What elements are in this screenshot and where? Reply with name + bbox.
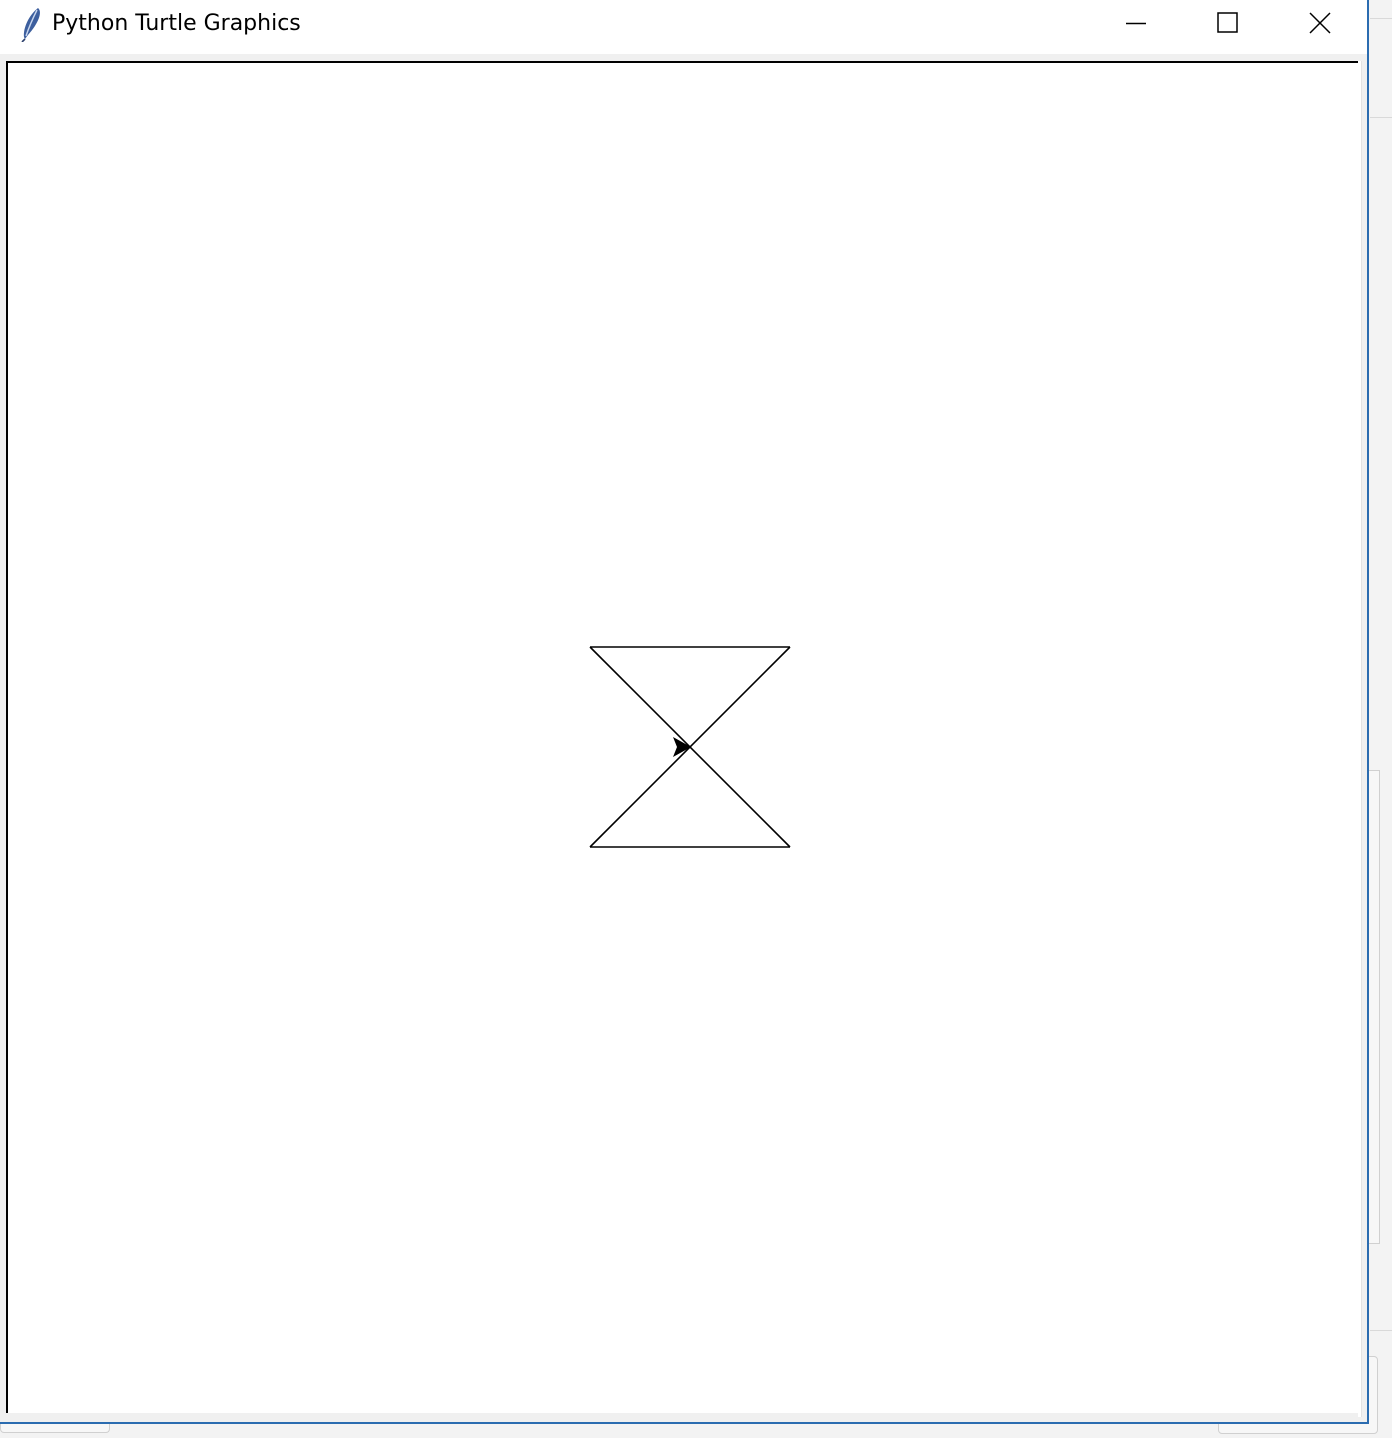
title-bar[interactable]: Python Turtle Graphics: [0, 0, 1367, 54]
turtle-window: Python Turtle Graphics: [0, 0, 1369, 1424]
turtle-drawing: [589, 646, 791, 848]
background-window-frame: [0, 1424, 110, 1433]
minimize-icon: [1126, 22, 1146, 25]
close-button[interactable]: [1274, 0, 1366, 48]
canvas-edge: [1358, 61, 1362, 1417]
minimize-button[interactable]: [1090, 0, 1182, 48]
turtle-canvas[interactable]: [6, 61, 1358, 1413]
background-window-edge: [1370, 18, 1392, 19]
background-window-edge: [1370, 1330, 1392, 1331]
maximize-icon: [1217, 12, 1238, 33]
feather-icon: [16, 6, 46, 43]
background-window-edge: [1370, 117, 1392, 118]
maximize-button[interactable]: [1182, 0, 1274, 48]
background-window-frame: [1369, 770, 1380, 1244]
window-title: Python Turtle Graphics: [52, 11, 301, 36]
close-icon: [1309, 12, 1331, 34]
